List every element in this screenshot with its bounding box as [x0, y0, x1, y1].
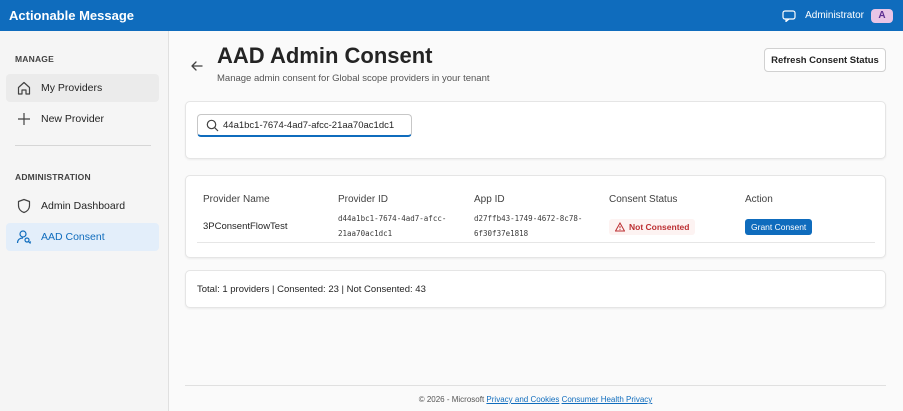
provider-id-line: 21aa70ac1dc1 [338, 229, 393, 238]
page-subtitle: Manage admin consent for Global scope pr… [217, 73, 490, 84]
refresh-consent-status-button[interactable]: Refresh Consent Status [764, 48, 886, 72]
footer-copyright: © 2026 - Microsoft [418, 395, 485, 404]
app-id-line: d27ffb43-1749-4672-8c78- [474, 214, 583, 223]
back-arrow-icon[interactable] [189, 58, 205, 74]
main-content: AAD Admin Consent Manage admin consent f… [169, 31, 903, 411]
search-input[interactable] [223, 119, 411, 131]
sidebar-divider [15, 145, 151, 146]
user-area[interactable]: Administrator A [782, 8, 893, 23]
sidebar: MANAGE My Providers New Provider ADMINIS… [0, 31, 169, 411]
sidebar-item-admin-dashboard[interactable]: Admin Dashboard [6, 192, 159, 220]
sidebar-item-aad-consent[interactable]: AAD Consent [6, 223, 159, 251]
row-divider [197, 242, 875, 243]
providers-table: Provider Name Provider ID App ID Consent… [185, 175, 886, 258]
provider-id-cell: d44a1bc1-7674-4ad7-afcc- 21aa70ac1dc1 [338, 211, 446, 241]
warning-icon [615, 222, 625, 232]
chat-icon[interactable] [782, 9, 796, 22]
sidebar-item-label: Admin Dashboard [41, 200, 126, 212]
footer-divider [185, 385, 886, 386]
avatar[interactable]: A [871, 8, 893, 23]
app-id-line: 6f30f37e1818 [474, 229, 529, 238]
sidebar-section-manage: MANAGE [15, 54, 54, 64]
app-title: Actionable Message [9, 8, 134, 23]
page-title: AAD Admin Consent [217, 43, 433, 68]
sidebar-item-label: AAD Consent [41, 231, 105, 243]
column-header-app-id: App ID [474, 194, 505, 205]
privacy-cookies-link[interactable]: Privacy and Cookies [486, 395, 559, 404]
column-header-provider-id: Provider ID [338, 194, 389, 205]
grant-consent-button[interactable]: Grant Consent [745, 219, 813, 235]
summary-text: Total: 1 providers | Consented: 23 | Not… [197, 284, 426, 295]
person-key-icon [16, 229, 32, 245]
summary-card: Total: 1 providers | Consented: 23 | Not… [185, 270, 886, 308]
sidebar-item-new-provider[interactable]: New Provider [6, 105, 159, 133]
column-header-provider-name: Provider Name [203, 194, 270, 205]
plus-icon [16, 111, 32, 127]
search-icon [206, 119, 219, 132]
search-card [185, 101, 886, 159]
provider-id-line: d44a1bc1-7674-4ad7-afcc- [338, 214, 447, 223]
sidebar-item-label: My Providers [41, 82, 103, 94]
sidebar-item-label: New Provider [41, 113, 105, 125]
consumer-health-privacy-link[interactable]: Consumer Health Privacy [562, 395, 653, 404]
sidebar-section-administration: ADMINISTRATION [15, 172, 91, 182]
status-badge: Not Consented [609, 219, 696, 235]
user-name: Administrator [805, 10, 864, 21]
top-bar: Actionable Message Administrator A [0, 0, 903, 31]
sidebar-item-my-providers[interactable]: My Providers [6, 74, 159, 102]
shield-icon [16, 198, 32, 214]
column-header-action: Action [745, 194, 773, 205]
status-text: Not Consented [629, 222, 690, 232]
search-box[interactable] [197, 114, 412, 137]
column-header-consent-status: Consent Status [609, 194, 678, 205]
provider-name-cell: 3PConsentFlowTest [203, 221, 288, 232]
home-icon [16, 80, 32, 96]
app-id-cell: d27ffb43-1749-4672-8c78- 6f30f37e1818 [474, 211, 582, 241]
footer: © 2026 - Microsoft Privacy and Cookies C… [185, 395, 886, 404]
